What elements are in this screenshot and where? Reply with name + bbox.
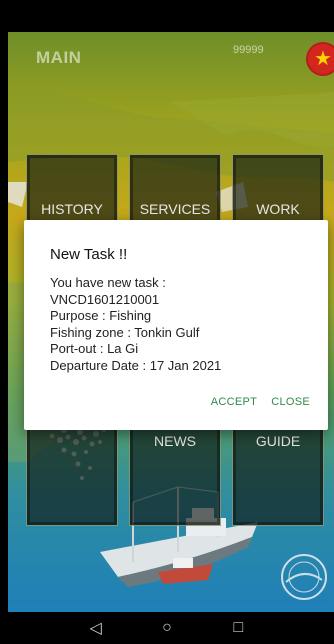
recents-icon[interactable]: □: [223, 619, 253, 637]
new-task-dialog: New Task !! You have new task : VNCD1601…: [24, 220, 328, 430]
purpose-line: Purpose : Fishing: [50, 308, 152, 323]
services-label: SERVICES: [139, 201, 211, 217]
map-tile[interactable]: [26, 420, 118, 526]
user-code: 99999: [233, 44, 264, 56]
star-icon: ★: [314, 48, 332, 70]
app-header: MAIN 99999 ★: [8, 32, 334, 84]
guide-tile[interactable]: GUIDE: [232, 420, 324, 526]
dialog-title: New Task !!: [50, 246, 128, 263]
history-label: HISTORY: [41, 201, 103, 217]
message-line: You have new task :: [50, 275, 166, 290]
page-title: MAIN: [36, 48, 82, 67]
work-label: WORK: [256, 201, 300, 217]
home-icon[interactable]: ○: [152, 619, 182, 637]
status-bar: [0, 0, 334, 32]
back-icon[interactable]: ◁: [81, 618, 111, 638]
departure-date-line: Departure Date : 17 Jan 2021: [50, 357, 222, 373]
news-tile[interactable]: NEWS: [129, 420, 221, 526]
dialog-actions: ACCEPT CLOSE: [211, 396, 310, 408]
accept-button[interactable]: ACCEPT: [211, 396, 257, 408]
logo-stamp: [281, 554, 327, 600]
fishing-zone-line: Fishing zone : Tonkin Gulf: [50, 324, 200, 340]
task-id: VNCD1601210001: [50, 291, 160, 307]
system-nav-bar: ◁ ○ □: [0, 612, 334, 644]
close-button[interactable]: CLOSE: [271, 396, 310, 408]
vietnam-flag-icon[interactable]: ★: [306, 42, 334, 76]
guide-label: GUIDE: [255, 433, 301, 449]
dialog-message: You have new task : VNCD1601210001 Purpo…: [50, 275, 310, 374]
news-label: NEWS: [154, 433, 196, 449]
port-out-line: Port-out : La Gi: [50, 341, 139, 356]
